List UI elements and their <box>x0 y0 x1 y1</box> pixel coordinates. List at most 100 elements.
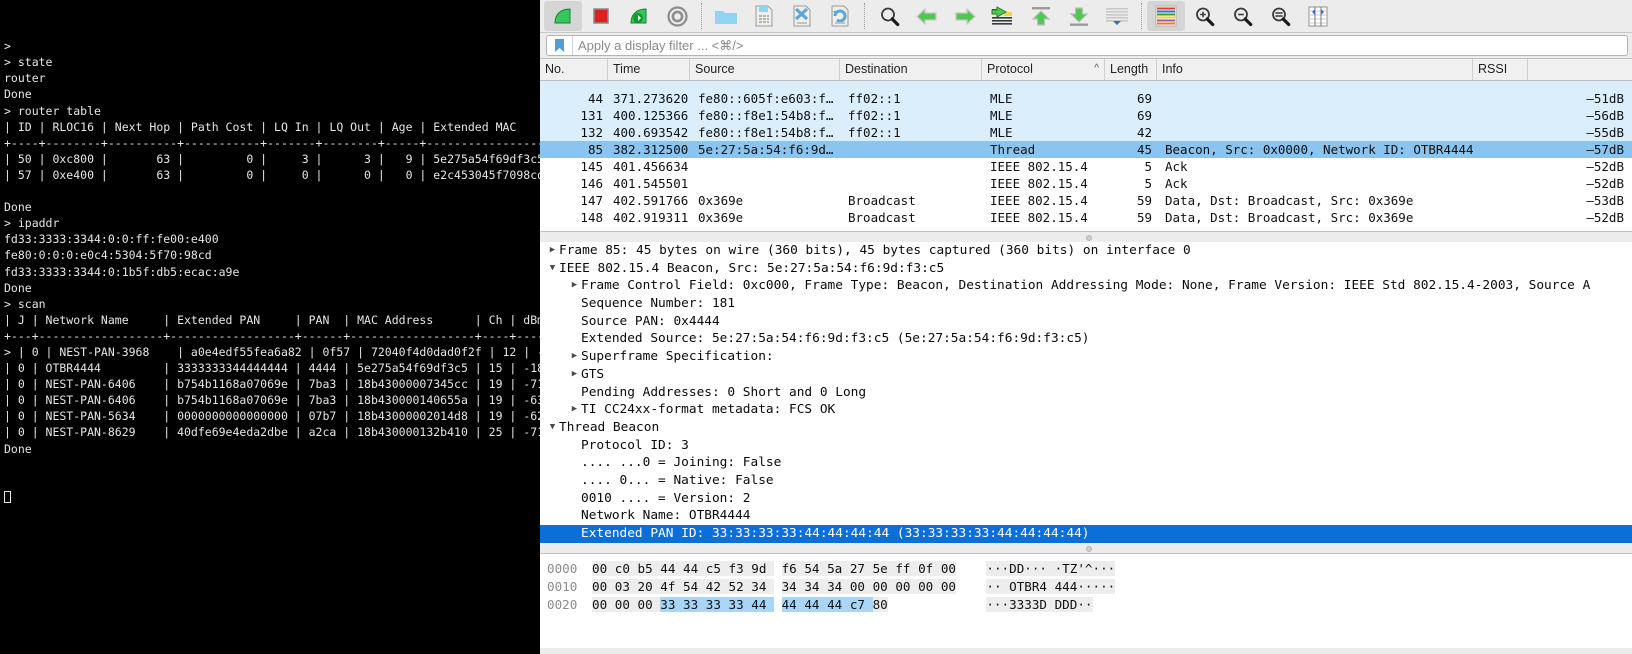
column-header-time[interactable]: Time <box>608 59 690 80</box>
detail-row[interactable]: ▶Frame 85: 45 bytes on wire (360 bits), … <box>540 242 1632 260</box>
go-back-icon[interactable] <box>908 1 946 31</box>
packet-list[interactable]: No.TimeSourceDestinationProtocol^LengthI… <box>540 59 1632 232</box>
detail-row-label: Extended PAN ID: 33:33:33:33:44:44:44:44… <box>581 525 1090 543</box>
display-filter-bar: Apply a display filter ... <⌘/> <box>540 33 1632 59</box>
packet-cell-time: 371.273620 <box>608 90 690 107</box>
detail-row-label: Frame Control Field: 0xc000, Frame Type:… <box>581 277 1590 295</box>
go-first-packet-icon[interactable] <box>1022 1 1060 31</box>
save-file-icon[interactable] <box>745 1 783 31</box>
packet-row[interactable]: 85382.3125005e:27:5a:54:f6:9d…Thread45Be… <box>540 141 1632 158</box>
bookmark-icon[interactable] <box>551 37 567 54</box>
splitter-handle[interactable] <box>1086 546 1092 552</box>
find-packet-icon[interactable] <box>870 1 908 31</box>
detail-row[interactable]: ▶TI CC24xx-format metadata: FCS OK <box>540 401 1632 419</box>
detail-row[interactable]: Source PAN: 0x4444 <box>540 313 1632 331</box>
terminal-line: | 57 | 0xe400 | 63 | 0 | 0 | 0 | 0 | e2c… <box>4 167 540 183</box>
toolbar-separator <box>1141 3 1142 29</box>
detail-row[interactable]: Network Name: OTBR4444 <box>540 507 1632 525</box>
capture-options-icon[interactable] <box>658 1 696 31</box>
chevron-right-icon[interactable]: ▶ <box>568 277 581 295</box>
autoscroll-icon[interactable] <box>1098 1 1136 31</box>
packet-cell-rssi: –57dB <box>1577 141 1632 158</box>
detail-row[interactable]: Pending Addresses: 0 Short and 0 Long <box>540 384 1632 402</box>
stop-capture-icon[interactable] <box>582 1 620 31</box>
detail-row[interactable]: Protocol ID: 3 <box>540 437 1632 455</box>
hex-ascii-gap <box>888 597 987 612</box>
display-filter-input[interactable]: Apply a display filter ... <⌘/> <box>546 35 1628 56</box>
main-toolbar <box>540 0 1632 33</box>
packet-row[interactable]: 147402.5917660x369eBroadcastIEEE 802.15.… <box>540 192 1632 209</box>
start-capture-icon[interactable] <box>544 1 582 31</box>
column-header-destination[interactable]: Destination <box>840 59 982 80</box>
terminal-line: router <box>4 70 540 86</box>
detail-row-selected[interactable]: Extended PAN ID: 33:33:33:33:44:44:44:44… <box>540 525 1632 543</box>
zoom-out-icon[interactable] <box>1223 1 1261 31</box>
hex-dump-row[interactable]: 001000 03 20 4f 54 42 52 34 34 34 34 00 … <box>540 578 1632 596</box>
packet-row[interactable]: 132400.693542fe80::f8e1:54b8:f…ff02::1ML… <box>540 124 1632 141</box>
column-header-protocol[interactable]: Protocol^ <box>982 59 1105 80</box>
chevron-down-icon[interactable]: ▼ <box>546 260 559 278</box>
column-header-rssi[interactable]: RSSI <box>1473 59 1528 80</box>
column-header-length[interactable]: Length <box>1105 59 1157 80</box>
chevron-right-icon[interactable]: ▶ <box>568 348 581 366</box>
reload-file-icon[interactable] <box>821 1 859 31</box>
go-last-packet-icon[interactable] <box>1060 1 1098 31</box>
packet-row[interactable]: 146401.545501IEEE 802.15.45Ack–52dB <box>540 175 1632 192</box>
detail-hex-splitter[interactable] <box>540 543 1632 553</box>
go-forward-icon[interactable] <box>946 1 984 31</box>
column-header-source[interactable]: Source <box>690 59 840 80</box>
hex-dump-row[interactable]: 002000 00 00 33 33 33 33 44 44 44 44 c7 … <box>540 596 1632 614</box>
sort-ascending-icon: ^ <box>1094 63 1099 74</box>
detail-row[interactable]: ▼Thread Beacon <box>540 419 1632 437</box>
packet-row[interactable]: 145401.456634IEEE 802.15.45Ack–52dB <box>540 158 1632 175</box>
open-file-icon[interactable] <box>707 1 745 31</box>
chevron-down-icon[interactable]: ▼ <box>546 419 559 437</box>
detail-row[interactable]: .... 0... = Native: False <box>540 472 1632 490</box>
toolbar-separator <box>864 3 865 29</box>
packet-row[interactable]: 16361.665865fe80::f8e1:54b8:f…ff02::1MLE… <box>540 81 1632 90</box>
detail-row-label: GTS <box>581 366 604 384</box>
packet-bytes-pane[interactable]: 000000 c0 b5 44 44 c5 f3 9d f6 54 5a 27 … <box>540 553 1632 648</box>
detail-row[interactable]: ▶Frame Control Field: 0xc000, Frame Type… <box>540 277 1632 295</box>
column-header-no[interactable]: No. <box>540 59 608 80</box>
chevron-right-icon[interactable]: ▶ <box>568 401 581 419</box>
packet-list-body[interactable]: 16361.665865fe80::f8e1:54b8:f…ff02::1MLE… <box>540 81 1632 226</box>
packet-row[interactable]: 44371.273620fe80::605f:e603:f…ff02::1MLE… <box>540 90 1632 107</box>
normal-size-icon[interactable] <box>1261 1 1299 31</box>
packet-cell-no: 131 <box>540 107 608 124</box>
chevron-right-icon[interactable]: ▶ <box>546 242 559 260</box>
terminal-line: fd33:3333:3344:0:1b5f:db5:ecac:a9e <box>4 264 540 280</box>
detail-row[interactable]: ▶GTS <box>540 366 1632 384</box>
packet-cell-protocol: MLE <box>982 90 1105 107</box>
detail-row[interactable]: Sequence Number: 181 <box>540 295 1632 313</box>
colorize-packets-icon[interactable] <box>1147 1 1185 31</box>
packet-detail-tree[interactable]: ▶Frame 85: 45 bytes on wire (360 bits), … <box>540 242 1632 543</box>
detail-row[interactable]: ▼IEEE 802.15.4 Beacon, Src: 5e:27:5a:54:… <box>540 260 1632 278</box>
restart-capture-icon[interactable] <box>620 1 658 31</box>
packet-cell-source: fe80::f8e1:54b8:f… <box>690 124 840 141</box>
packet-cell-rssi: –53dB <box>1577 192 1632 209</box>
go-to-packet-icon[interactable] <box>984 1 1022 31</box>
detail-row[interactable]: .... ...0 = Joining: False <box>540 454 1632 472</box>
detail-row-label: .... ...0 = Joining: False <box>581 454 781 472</box>
splitter-handle[interactable] <box>1086 235 1092 241</box>
terminal-line: fd33:3333:3344:0:0:ff:fe00:e400 <box>4 231 540 247</box>
column-header-info[interactable]: Info <box>1157 59 1473 80</box>
hex-offset: 0000 <box>540 560 592 578</box>
detail-row[interactable]: Extended Source: 5e:27:5a:54:f6:9d:f3:c5… <box>540 330 1632 348</box>
packet-row[interactable]: 148402.9193110x369eBroadcastIEEE 802.15.… <box>540 209 1632 226</box>
hex-dump-row[interactable]: 000000 c0 b5 44 44 c5 f3 9d f6 54 5a 27 … <box>540 560 1632 578</box>
terminal-line: | 0 | NEST-PAN-8629 | 40dfe69e4eda2dbe |… <box>4 424 540 440</box>
detail-row-label: TI CC24xx-format metadata: FCS OK <box>581 401 835 419</box>
chevron-right-icon[interactable]: ▶ <box>568 366 581 384</box>
packet-row[interactable]: 131400.125366fe80::f8e1:54b8:f…ff02::1ML… <box>540 107 1632 124</box>
resize-columns-icon[interactable] <box>1299 1 1337 31</box>
zoom-in-icon[interactable] <box>1185 1 1223 31</box>
packet-list-detail-splitter[interactable] <box>540 232 1632 242</box>
detail-row-label: Frame 85: 45 bytes on wire (360 bits), 4… <box>559 242 1191 260</box>
terminal-pane[interactable]: >> staterouterDone> router table| ID | R… <box>0 0 540 654</box>
close-file-icon[interactable] <box>783 1 821 31</box>
detail-row[interactable]: ▶Superframe Specification: <box>540 348 1632 366</box>
detail-row[interactable]: 0010 .... = Version: 2 <box>540 490 1632 508</box>
packet-list-header[interactable]: No.TimeSourceDestinationProtocol^LengthI… <box>540 59 1632 81</box>
